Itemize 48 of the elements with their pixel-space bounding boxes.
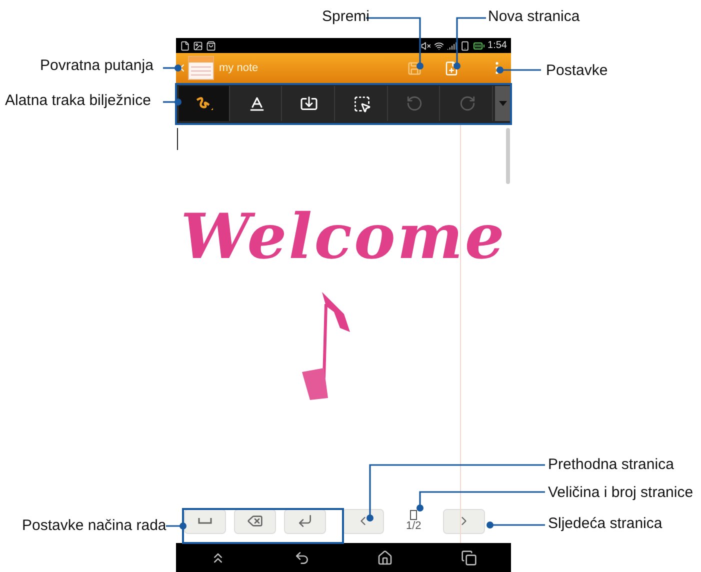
leader-line [166, 522, 186, 530]
bag-icon [206, 40, 216, 50]
redo-icon [458, 95, 476, 112]
callout-label: Veličina i broj stranice [548, 484, 694, 501]
space-icon [198, 518, 212, 524]
callout-label: Postavke [546, 62, 608, 79]
home-icon[interactable] [377, 550, 394, 566]
backspace-icon [247, 513, 263, 529]
note-title: my note [219, 62, 258, 74]
previous-page-button[interactable] [342, 508, 384, 534]
battery-icon [472, 40, 485, 52]
wifi-icon [434, 40, 444, 50]
insert-icon [300, 94, 318, 112]
enter-icon [297, 513, 313, 529]
page-size-icon[interactable] [410, 510, 418, 520]
leader-line [163, 64, 182, 72]
image-icon [193, 40, 203, 50]
callout-label: Postavke načina rada [22, 517, 166, 534]
mute-icon [420, 40, 431, 50]
text-cursor [177, 128, 178, 150]
backspace-key[interactable] [234, 508, 276, 534]
undo-icon [406, 95, 424, 112]
file-icon [180, 40, 190, 50]
enter-key[interactable] [284, 508, 326, 534]
callout-label: Povratna putanja [40, 57, 154, 74]
callout-label: Nova stranica [488, 8, 580, 25]
caret-icon [499, 101, 508, 106]
callout-label: Sljedeća stranica [548, 515, 662, 532]
handwritten-text: Welcome [180, 206, 506, 268]
text-pen-icon [248, 94, 266, 112]
callout-label: Alatna traka bilježnice [5, 92, 151, 109]
back-arrow-icon[interactable] [294, 550, 310, 566]
select-icon [352, 94, 371, 112]
dropdown-button[interactable] [495, 86, 512, 121]
phone-icon [460, 40, 470, 50]
leader-line [496, 66, 541, 74]
scrollbar [506, 128, 510, 184]
leader-line [163, 98, 182, 106]
callout-label: Prethodna stranica [548, 456, 674, 473]
recent-apps-icon[interactable] [461, 550, 478, 566]
new-page-icon[interactable] [444, 60, 459, 76]
pen-tool-button[interactable] [179, 86, 230, 121]
callout-label: Spremi [322, 8, 370, 25]
leader-line [454, 17, 486, 70]
squiggle-icon [194, 96, 214, 112]
clock-time: 1:54 [488, 40, 507, 51]
page-number: 1/2 [406, 520, 422, 532]
space-key[interactable] [184, 508, 226, 534]
